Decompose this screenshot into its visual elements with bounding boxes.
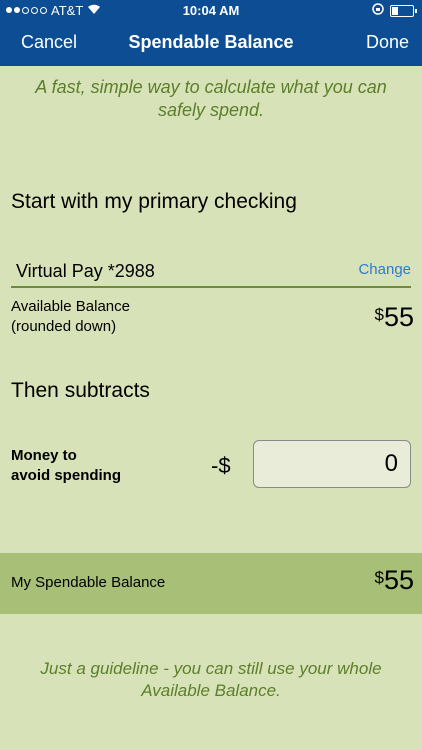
spendable-balance-amount: $55: [374, 565, 414, 595]
money-to-avoid-input[interactable]: [253, 440, 411, 488]
available-balance-amount: $55: [374, 302, 414, 332]
account-name: Virtual Pay *2988: [16, 261, 155, 281]
done-button[interactable]: Done: [366, 32, 409, 53]
start-section-title: Start with my primary checking: [11, 190, 297, 213]
top-bar: AT&T 10:04 AM Cancel Spendable Balance D…: [0, 0, 422, 66]
money-to-avoid-label: Money to avoid spending: [11, 447, 122, 484]
change-account-button[interactable]: Change: [358, 261, 411, 278]
spendable-balance-label: My Spendable Balance: [11, 574, 166, 591]
spendable-balance-bar: My Spendable Balance $55: [0, 553, 422, 614]
subtract-section-title: Then subtracts: [11, 379, 150, 402]
navigation-bar: Cancel Spendable Balance Done: [0, 30, 422, 58]
intro-text: A fast, simple way to calculate what you…: [35, 77, 387, 120]
rotation-lock-icon: [372, 3, 384, 18]
available-balance-label: Available Balance (rounded down): [11, 298, 130, 335]
footer-guideline-text: Just a guideline - you can still use you…: [40, 659, 382, 700]
status-time: 10:04 AM: [182, 3, 240, 18]
minus-dollar-prefix: -$: [211, 453, 231, 478]
status-bar: AT&T 10:04 AM: [0, 0, 422, 22]
page-title: Spendable Balance: [128, 32, 294, 52]
account-selector: Virtual Pay *2988 Change: [11, 258, 411, 288]
battery-icon: [390, 4, 417, 17]
